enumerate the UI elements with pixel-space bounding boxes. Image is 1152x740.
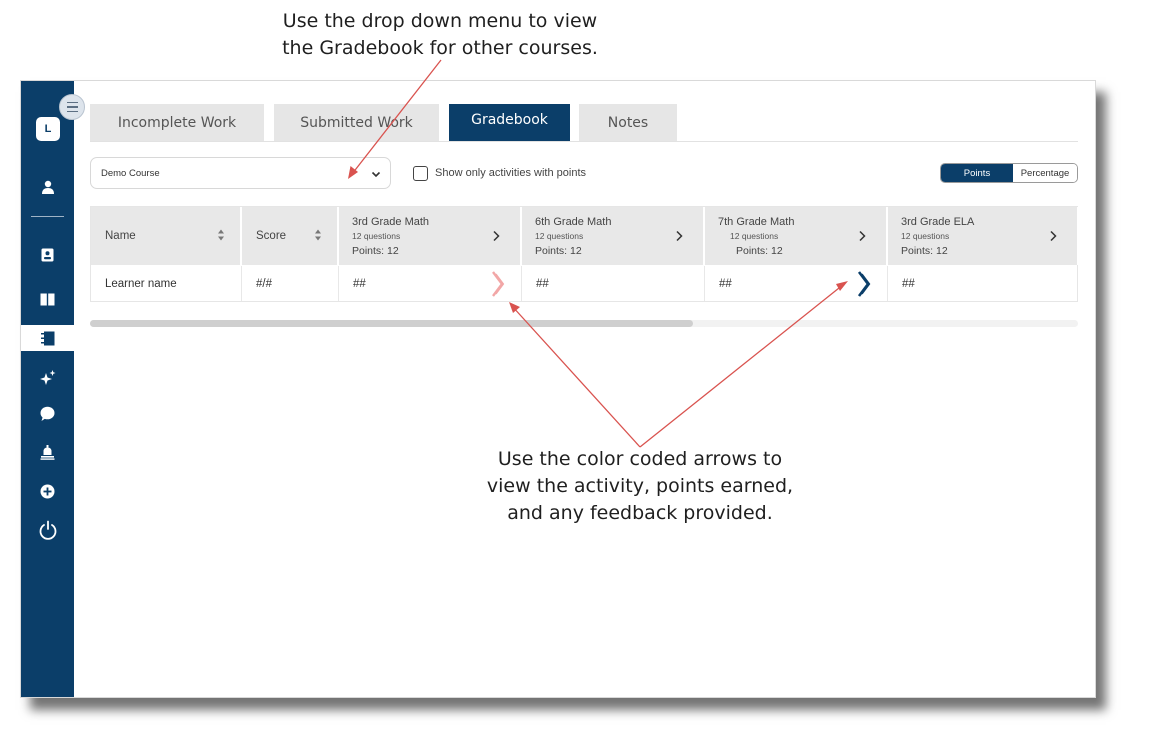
column-header-name[interactable]: Name <box>91 207 241 265</box>
activity-questions: 12 questions <box>535 231 584 241</box>
plus-circle-icon[interactable] <box>21 478 74 504</box>
tab-notes[interactable]: Notes <box>579 104 677 141</box>
sort-icon[interactable] <box>314 228 322 242</box>
callout-line: and any feedback provided. <box>507 502 773 524</box>
course-dropdown[interactable]: Demo Course <box>90 157 391 189</box>
bell-icon[interactable] <box>21 439 74 465</box>
tab-bar: Incomplete Work Submitted Work Gradebook… <box>90 104 1078 142</box>
person-icon[interactable] <box>21 174 74 200</box>
sidebar-divider <box>31 216 64 217</box>
tab-gradebook[interactable]: Gradebook <box>449 104 570 141</box>
callout-line: Use the drop down menu to view <box>282 10 598 32</box>
activity-title: 3rd Grade ELA <box>901 216 975 228</box>
activity-title: 7th Grade Math <box>718 216 795 228</box>
callout-line: view the activity, points earned, <box>486 475 794 497</box>
grade-value: ## <box>353 277 366 290</box>
sort-icon[interactable] <box>217 228 225 242</box>
activity-arrow-dark-icon[interactable] <box>857 270 871 298</box>
activity-questions: 12 questions <box>730 231 779 241</box>
column-header-activity[interactable]: 6th Grade Math 12 questions Points: 12 <box>522 207 704 265</box>
gradebook-table: Name Score 3rd Grade Math 12 questions P… <box>90 206 1078 302</box>
chevron-right-icon[interactable] <box>1047 229 1059 243</box>
chevron-right-icon[interactable] <box>673 229 685 243</box>
contact-card-icon[interactable] <box>21 242 74 268</box>
tab-incomplete-work[interactable]: Incomplete Work <box>90 104 264 141</box>
sidebar: L <box>21 81 74 697</box>
grade-cell[interactable]: ## <box>888 266 1078 301</box>
chat-bubble-icon[interactable] <box>21 400 74 426</box>
activity-questions: 12 questions <box>901 231 950 241</box>
column-header-score[interactable]: Score <box>242 207 338 265</box>
callout-line: Use the color coded arrows to <box>497 448 783 470</box>
grade-value: ## <box>719 277 732 290</box>
chevron-right-icon[interactable] <box>490 229 502 243</box>
callout-line: the Gradebook for other courses. <box>282 37 598 59</box>
toggle-points-button[interactable]: Points <box>941 164 1013 182</box>
activity-points: Points: 12 <box>535 245 582 257</box>
chevron-down-icon <box>371 171 381 178</box>
grade-value: ## <box>536 277 549 290</box>
chevron-right-icon[interactable] <box>856 229 868 243</box>
activity-title: 6th Grade Math <box>535 216 612 228</box>
notebook-icon[interactable] <box>21 325 74 351</box>
toggle-percentage-button[interactable]: Percentage <box>1013 164 1077 182</box>
activity-questions: 12 questions <box>352 231 401 241</box>
score-cell: #/# <box>242 266 339 301</box>
menu-toggle-icon[interactable] <box>59 94 85 120</box>
activity-points: Points: 12 <box>736 245 783 257</box>
app-window: L Incomplete Work Submitted Work Gradebo… <box>20 80 1096 698</box>
open-book-icon[interactable] <box>21 286 74 312</box>
column-header-label: Score <box>256 230 287 242</box>
grade-cell[interactable]: ## <box>705 266 888 301</box>
scrollbar-thumb[interactable] <box>90 320 693 327</box>
points-percentage-toggle: Points Percentage <box>940 163 1078 183</box>
column-header-activity[interactable]: 3rd Grade Math 12 questions Points: 12 <box>339 207 521 265</box>
horizontal-scrollbar[interactable] <box>90 320 1078 327</box>
learner-name-cell[interactable]: Learner name <box>91 266 242 301</box>
activity-title: 3rd Grade Math <box>352 216 430 228</box>
callout-arrows: Use the color coded arrows to view the a… <box>460 446 820 527</box>
tab-submitted-work[interactable]: Submitted Work <box>274 104 439 141</box>
points-filter[interactable]: Show only activities with points <box>413 165 586 181</box>
grade-cell[interactable]: ## <box>522 266 705 301</box>
column-header-activity[interactable]: 3rd Grade ELA 12 questions Points: 12 <box>888 207 1078 265</box>
column-header-label: Name <box>105 230 136 242</box>
activity-points: Points: 12 <box>901 245 948 257</box>
callout-dropdown: Use the drop down menu to view the Grade… <box>250 8 630 62</box>
activity-arrow-light-icon[interactable] <box>491 270 505 298</box>
sparkle-icon[interactable] <box>21 364 74 390</box>
power-icon[interactable] <box>21 517 74 543</box>
points-filter-checkbox[interactable] <box>413 165 428 181</box>
column-header-activity[interactable]: 7th Grade Math 12 questions Points: 12 <box>705 207 887 265</box>
grade-value: ## <box>902 277 915 290</box>
points-filter-label: Show only activities with points <box>435 167 587 179</box>
activity-points: Points: 12 <box>352 245 399 257</box>
grade-cell[interactable]: ## <box>339 266 522 301</box>
avatar[interactable]: L <box>36 117 60 141</box>
course-dropdown-value: Demo Course <box>101 167 160 179</box>
